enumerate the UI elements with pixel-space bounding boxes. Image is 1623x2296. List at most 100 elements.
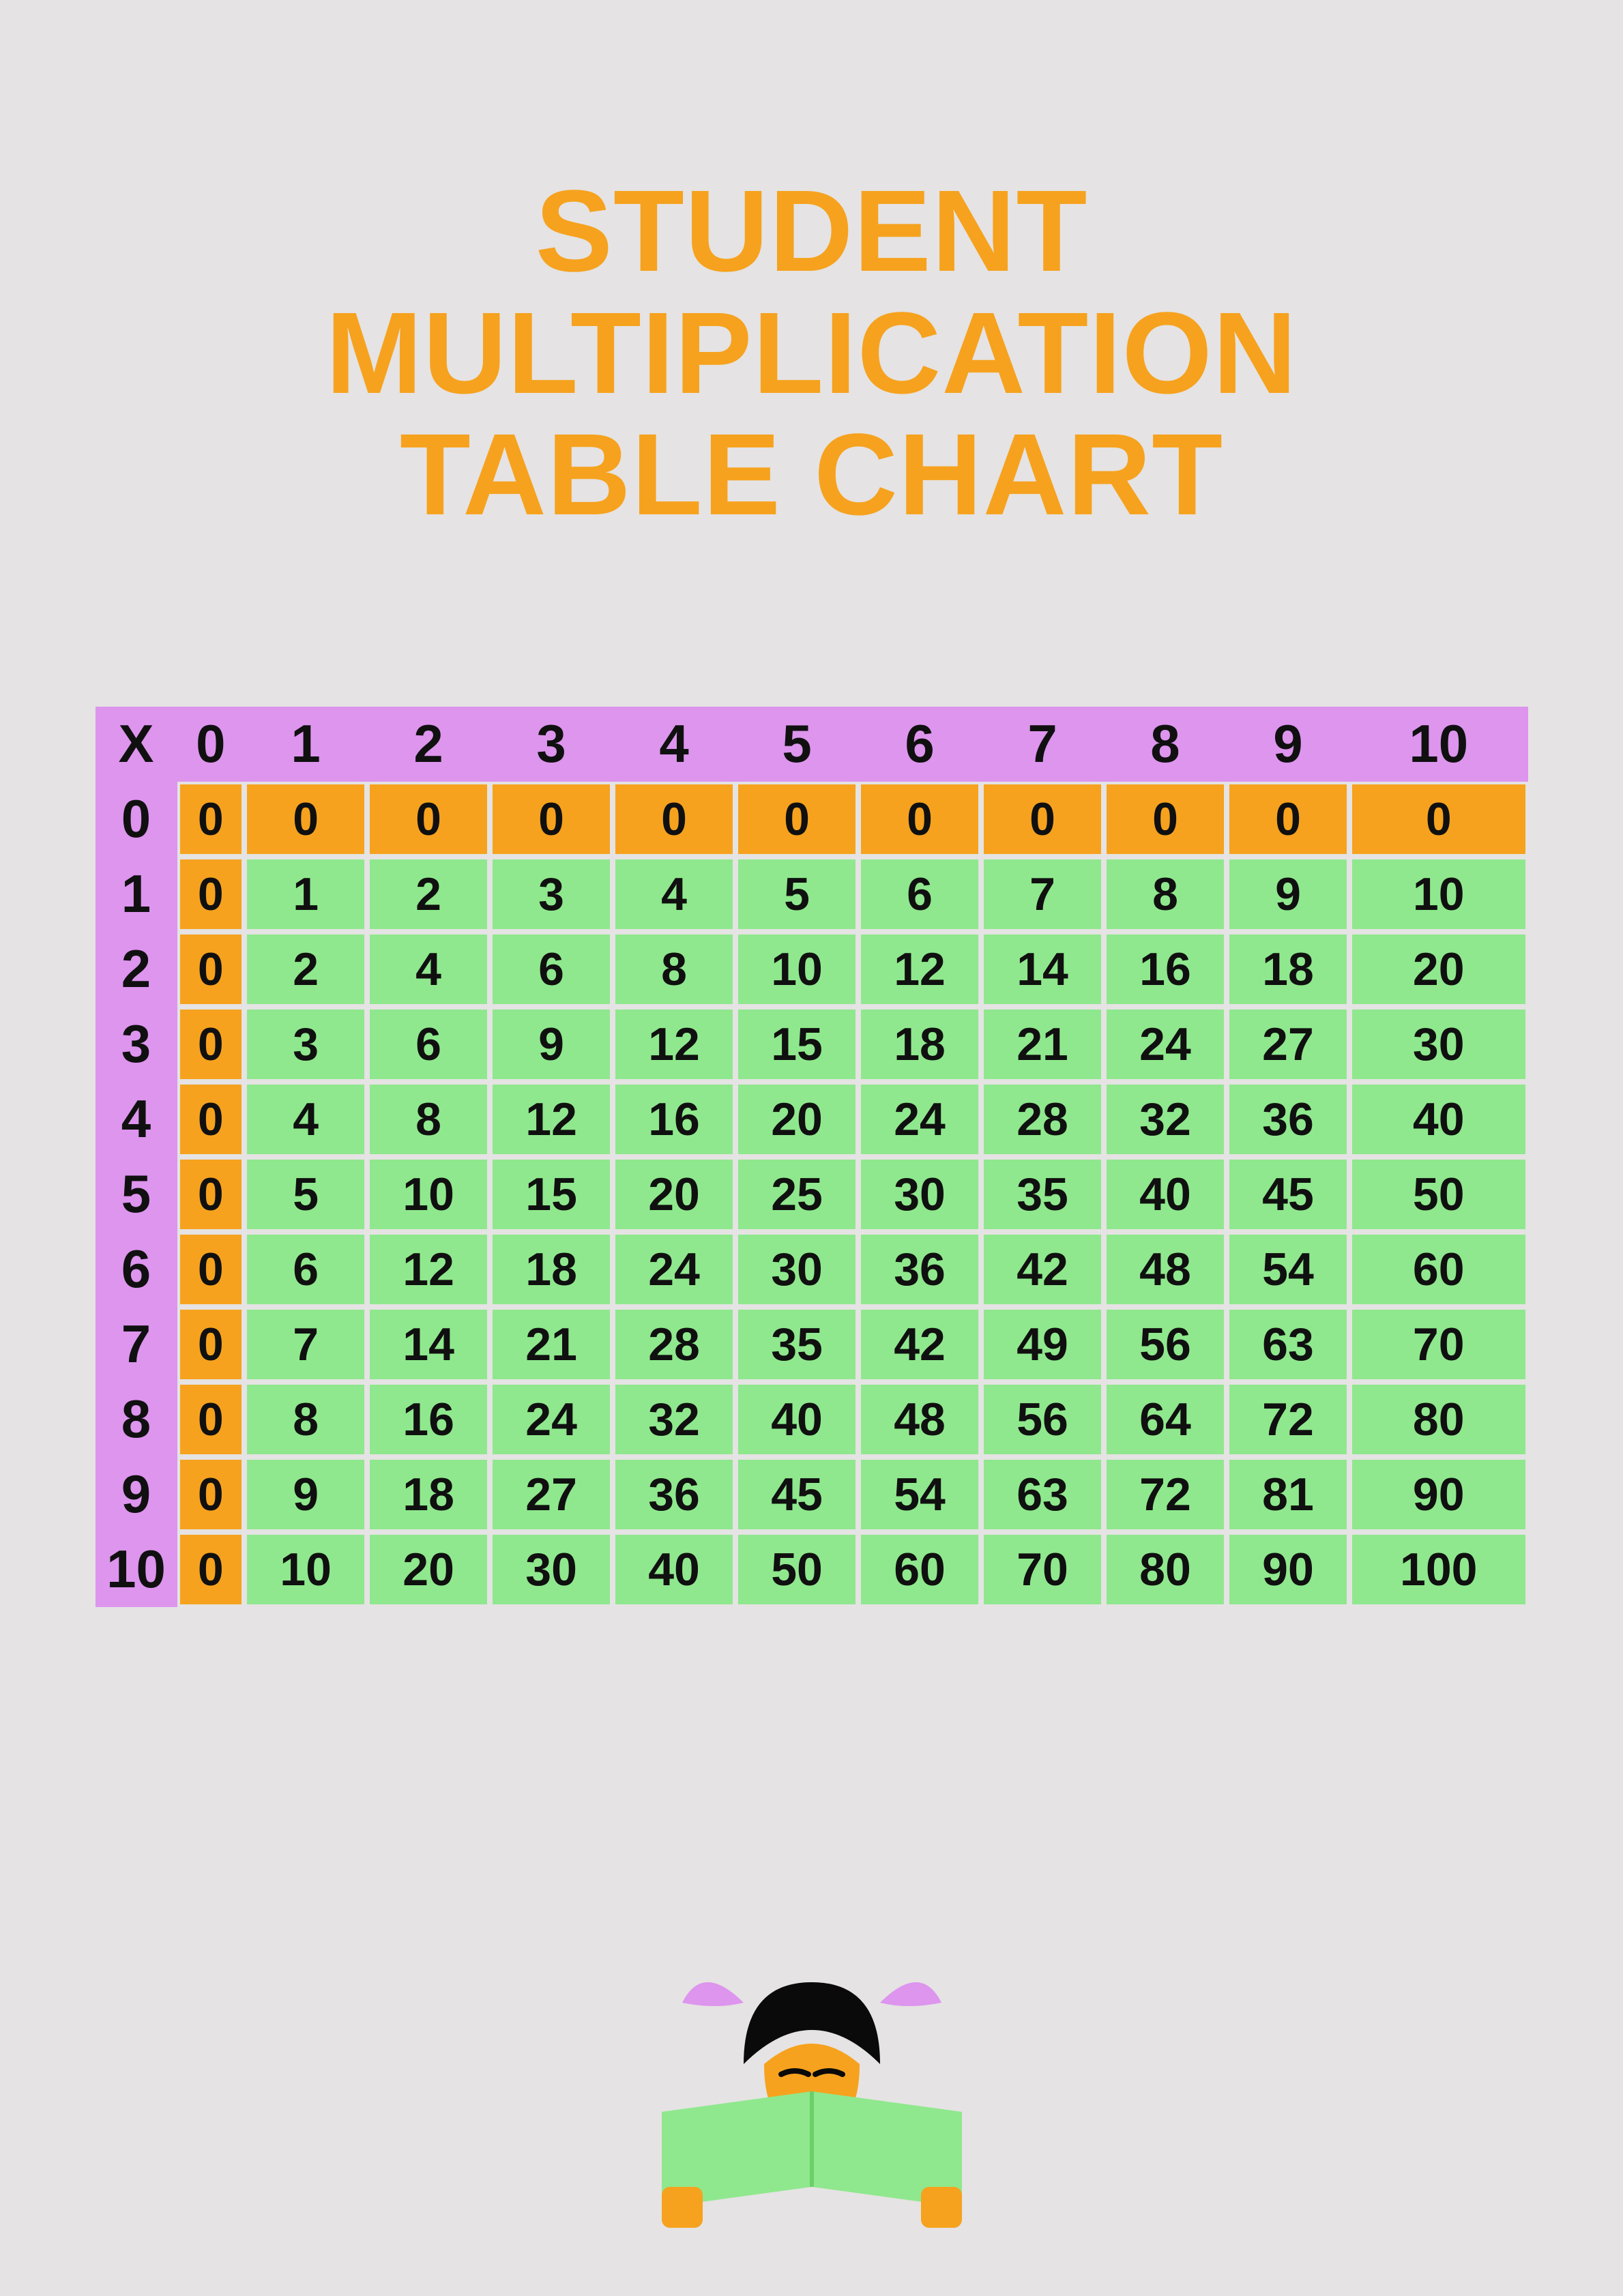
- product-cell: 56: [1104, 1307, 1227, 1382]
- zero-cell: 0: [177, 1532, 245, 1607]
- product-cell: 14: [981, 932, 1104, 1007]
- product-cell: 60: [1349, 1232, 1528, 1307]
- product-cell: 18: [490, 1232, 613, 1307]
- col-header: 7: [981, 707, 1104, 782]
- product-cell: 15: [490, 1157, 613, 1232]
- row-header: 1: [96, 857, 177, 932]
- row-header: 7: [96, 1307, 177, 1382]
- product-cell: 9: [490, 1007, 613, 1082]
- col-header: 6: [858, 707, 981, 782]
- product-cell: 40: [613, 1532, 735, 1607]
- product-cell: 10: [735, 932, 858, 1007]
- product-cell: 2: [367, 857, 490, 932]
- product-cell: 7: [244, 1307, 367, 1382]
- student-reading-illustration: [641, 1955, 982, 2228]
- product-cell: 6: [858, 857, 981, 932]
- product-cell: 24: [1104, 1007, 1227, 1082]
- page-title: STUDENT MULTIPLICATION TABLE CHART: [0, 171, 1623, 536]
- row-header: 9: [96, 1457, 177, 1532]
- product-cell: 9: [244, 1457, 367, 1532]
- product-cell: 40: [1104, 1157, 1227, 1232]
- product-cell: 16: [367, 1382, 490, 1457]
- product-cell: 35: [981, 1157, 1104, 1232]
- product-cell: 48: [1104, 1232, 1227, 1307]
- product-cell: 54: [1227, 1232, 1349, 1307]
- zero-cell: 0: [1227, 782, 1349, 857]
- row-header: 3: [96, 1007, 177, 1082]
- product-cell: 4: [367, 932, 490, 1007]
- zero-cell: 0: [613, 782, 735, 857]
- product-cell: 24: [613, 1232, 735, 1307]
- title-line-2: MULTIPLICATION: [325, 289, 1297, 418]
- product-cell: 81: [1227, 1457, 1349, 1532]
- product-cell: 49: [981, 1307, 1104, 1382]
- product-cell: 42: [981, 1232, 1104, 1307]
- zero-cell: 0: [367, 782, 490, 857]
- row-header: 0: [96, 782, 177, 857]
- product-cell: 70: [1349, 1307, 1528, 1382]
- product-cell: 90: [1227, 1532, 1349, 1607]
- zero-cell: 0: [1349, 782, 1528, 857]
- product-cell: 16: [613, 1082, 735, 1157]
- product-cell: 27: [1227, 1007, 1349, 1082]
- col-header: 1: [244, 707, 367, 782]
- product-cell: 64: [1104, 1382, 1227, 1457]
- product-cell: 80: [1104, 1532, 1227, 1607]
- col-header: 9: [1227, 707, 1349, 782]
- product-cell: 5: [735, 857, 858, 932]
- col-header: 3: [490, 707, 613, 782]
- product-cell: 35: [735, 1307, 858, 1382]
- product-cell: 20: [1349, 932, 1528, 1007]
- product-cell: 3: [244, 1007, 367, 1082]
- product-cell: 72: [1104, 1457, 1227, 1532]
- zero-cell: 0: [177, 932, 245, 1007]
- product-cell: 30: [858, 1157, 981, 1232]
- corner-label: X: [96, 707, 177, 782]
- row-header: 5: [96, 1157, 177, 1232]
- product-cell: 12: [613, 1007, 735, 1082]
- product-cell: 63: [1227, 1307, 1349, 1382]
- multiplication-table: X012345678910000000000000101234567891020…: [96, 707, 1528, 1607]
- product-cell: 30: [1349, 1007, 1528, 1082]
- product-cell: 50: [1349, 1157, 1528, 1232]
- zero-cell: 0: [981, 782, 1104, 857]
- zero-cell: 0: [858, 782, 981, 857]
- product-cell: 4: [244, 1082, 367, 1157]
- product-cell: 20: [367, 1532, 490, 1607]
- product-cell: 32: [1104, 1082, 1227, 1157]
- product-cell: 80: [1349, 1382, 1528, 1457]
- zero-cell: 0: [177, 782, 245, 857]
- row-header: 4: [96, 1082, 177, 1157]
- zero-cell: 0: [177, 1382, 245, 1457]
- product-cell: 18: [1227, 932, 1349, 1007]
- col-header: 2: [367, 707, 490, 782]
- product-cell: 28: [613, 1307, 735, 1382]
- product-cell: 40: [1349, 1082, 1528, 1157]
- row-header: 10: [96, 1532, 177, 1607]
- product-cell: 36: [613, 1457, 735, 1532]
- product-cell: 8: [613, 932, 735, 1007]
- product-cell: 12: [367, 1232, 490, 1307]
- product-cell: 100: [1349, 1532, 1528, 1607]
- product-cell: 42: [858, 1307, 981, 1382]
- product-cell: 28: [981, 1082, 1104, 1157]
- multiplication-table-container: X012345678910000000000000101234567891020…: [96, 707, 1528, 1607]
- product-cell: 10: [244, 1532, 367, 1607]
- zero-cell: 0: [735, 782, 858, 857]
- product-cell: 21: [490, 1307, 613, 1382]
- product-cell: 27: [490, 1457, 613, 1532]
- product-cell: 60: [858, 1532, 981, 1607]
- zero-cell: 0: [177, 1082, 245, 1157]
- product-cell: 2: [244, 932, 367, 1007]
- product-cell: 90: [1349, 1457, 1528, 1532]
- product-cell: 56: [981, 1382, 1104, 1457]
- page-title-block: STUDENT MULTIPLICATION TABLE CHART: [0, 0, 1623, 618]
- row-header: 6: [96, 1232, 177, 1307]
- product-cell: 72: [1227, 1382, 1349, 1457]
- product-cell: 48: [858, 1382, 981, 1457]
- product-cell: 5: [244, 1157, 367, 1232]
- product-cell: 10: [367, 1157, 490, 1232]
- product-cell: 24: [858, 1082, 981, 1157]
- title-line-1: STUDENT: [536, 166, 1088, 296]
- product-cell: 7: [981, 857, 1104, 932]
